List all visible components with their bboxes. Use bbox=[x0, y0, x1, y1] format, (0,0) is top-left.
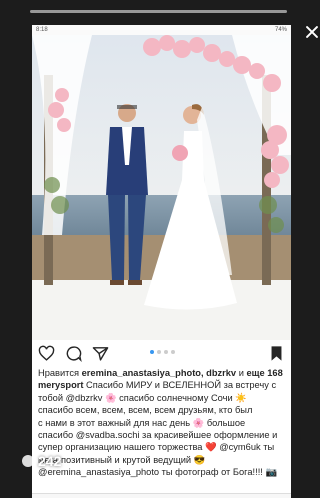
status-battery: 74% bbox=[274, 27, 287, 33]
post-photo[interactable] bbox=[32, 35, 291, 340]
caption-text: тобой @dbzrkv 🌸 спасибо солнечному Сочи … bbox=[38, 392, 247, 403]
status-bar: 8:18 74% bbox=[32, 25, 291, 35]
caption-line: @eremina_anastasiya_photo ты фотограф от… bbox=[38, 466, 288, 478]
post-caption: Нравится eremina_anastasiya_photo, dbzrk… bbox=[38, 367, 288, 479]
caption-bold-text[interactable]: merysport bbox=[38, 380, 83, 390]
close-icon[interactable] bbox=[304, 24, 320, 40]
likes-overlay: 242 bbox=[22, 453, 61, 469]
comment-icon[interactable] bbox=[65, 345, 82, 362]
bookmark-icon[interactable] bbox=[268, 345, 285, 362]
caption-line: с нами в этот важный для нас день 🌸 боль… bbox=[38, 417, 288, 429]
caption-text: Нравится bbox=[38, 368, 82, 378]
caption-line: тобой @dbzrkv 🌸 спасибо солнечному Сочи … bbox=[38, 392, 288, 404]
caption-bold-text[interactable]: еще 168 bbox=[246, 368, 282, 378]
caption-text: мега-позитивный и крутой ведущий 😎 bbox=[38, 454, 206, 465]
caption-text: Спасибо МИРУ и ВСЕЛЕННОЙ за встречу с bbox=[83, 380, 277, 391]
caption-line: спасибо @svadba.sochi за красивейшее офо… bbox=[38, 429, 288, 441]
caption-text: @eremina_anastasiya_photo ты фотограф от… bbox=[38, 467, 278, 478]
like-count-icon bbox=[22, 455, 34, 467]
post-actions bbox=[32, 342, 291, 364]
story-progress-bar bbox=[30, 10, 287, 13]
carousel-dots bbox=[150, 350, 175, 354]
caption-text: с нами в этот важный для нас день 🌸 боль… bbox=[38, 417, 246, 428]
status-time: 8:18 bbox=[36, 27, 48, 33]
caption-line: merysport Спасибо МИРУ и ВСЕЛЕННОЙ за вс… bbox=[38, 379, 288, 391]
share-icon[interactable] bbox=[92, 345, 109, 362]
likes-count: 242 bbox=[38, 453, 62, 469]
instagram-screen: 8:18 74% Нравится eremina_anastasiya_pho… bbox=[32, 25, 291, 498]
caption-text: спасибо всем, всем, всем, всем друзьям, … bbox=[38, 405, 253, 416]
caption-text: и bbox=[236, 368, 247, 378]
caption-line: спасибо всем, всем, всем, всем друзьям, … bbox=[38, 404, 288, 416]
caption-text: спасибо @svadba.sochi за красивейшее офо… bbox=[38, 430, 278, 441]
caption-line: супер организацию нашего торжества ❤️ @c… bbox=[38, 441, 288, 453]
caption-line: Нравится eremina_anastasiya_photo, dbzrk… bbox=[38, 367, 288, 379]
caption-line: мега-позитивный и крутой ведущий 😎 bbox=[38, 454, 288, 466]
heart-icon[interactable] bbox=[38, 345, 55, 362]
bottom-tab-bar bbox=[32, 493, 291, 498]
caption-text: супер организацию нашего торжества ❤️ @c… bbox=[38, 442, 275, 453]
caption-bold-text[interactable]: eremina_anastasiya_photo, dbzrkv bbox=[82, 368, 237, 378]
